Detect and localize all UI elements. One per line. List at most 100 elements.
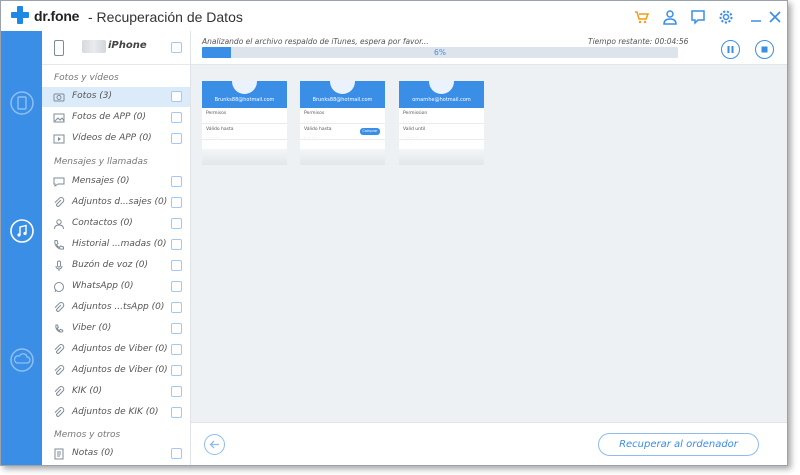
category-item[interactable]: Viber (0) [42,319,190,339]
photo-thumbnail[interactable]: omarnhe@hotmail.com Permission. . . . . .… [399,81,484,165]
category-item[interactable]: WhatsApp (0) [42,277,190,297]
paperclip-icon [53,365,65,377]
pause-button[interactable] [721,40,740,59]
category-checkbox[interactable] [171,302,182,313]
select-all-checkbox[interactable] [171,42,182,53]
category-checkbox[interactable] [171,112,182,123]
category-label: Notas (0) [72,448,114,458]
user-icon[interactable] [661,8,679,26]
category-item[interactable]: Vídeos de APP (0) [42,129,190,149]
minimize-icon[interactable] [747,8,765,26]
close-icon[interactable] [766,8,784,26]
device-name-redacted [82,40,106,53]
main-content: Analizando el archivo respaldo de iTunes… [191,31,787,465]
thumbnail-divider [202,139,287,140]
whatsapp-icon [53,281,65,293]
category-label: Adjuntos de Viber (0) [72,365,168,375]
thumbnail-email: Brunks88@hotmail.com [214,97,275,103]
category-label: Viber (0) [72,323,112,333]
category-checkbox[interactable] [171,260,182,271]
paperclip-icon [53,197,65,209]
category-checkbox[interactable] [171,448,182,459]
section-memos-others: Memos y otros [54,430,121,440]
category-item[interactable]: Adjuntos de Viber (0) [42,361,190,381]
category-checkbox[interactable] [171,218,182,229]
photo-thumbnail[interactable]: Brunks88@hotmail.com Permisos. . . . . . … [300,81,385,165]
category-checkbox[interactable] [171,407,182,418]
gear-icon[interactable] [717,8,735,26]
category-checkbox[interactable] [171,323,182,334]
image-icon [53,112,65,124]
category-checkbox[interactable] [171,344,182,355]
mode-rail [1,31,42,465]
bottom-bar: Recuperar al ordenador [191,422,787,465]
thumbnail-footer [399,149,484,165]
category-item[interactable]: KIK (0) [42,382,190,402]
category-item[interactable]: Historial ...madas (0) [42,235,190,255]
category-item[interactable]: Fotos (3) [42,87,190,107]
back-button[interactable] [204,434,225,455]
category-panel: iPhone Fotos y vídeos Mensajes y llamada… [42,31,191,465]
category-checkbox[interactable] [171,91,182,102]
paperclip-icon [53,407,65,419]
recover-from-device-icon[interactable] [8,89,36,117]
thumbnail-divider [399,139,484,140]
window-title: - Recuperación de Datos [88,9,243,25]
drfone-logo-icon [11,6,29,24]
brand-name: dr.fone [34,8,80,24]
category-checkbox[interactable] [171,281,182,292]
pause-icon [727,46,734,53]
category-checkbox[interactable] [171,365,182,376]
category-item[interactable]: Adjuntos de KIK (0) [42,403,190,423]
section-photos-videos: Fotos y vídeos [54,73,119,83]
category-checkbox[interactable] [171,239,182,250]
category-item[interactable]: Adjuntos d...sajes (0) [42,193,190,213]
thumbnail-footer [300,149,385,165]
recover-from-itunes-icon[interactable] [8,217,36,245]
recover-to-computer-button[interactable]: Recuperar al ordenador [598,433,759,456]
thumbnail-divider [300,123,385,124]
stop-icon [761,46,768,53]
category-item[interactable]: Contactos (0) [42,214,190,234]
thumbnail-footer [202,149,287,165]
category-label: Mensajes (0) [72,176,130,186]
category-label: WhatsApp (0) [72,281,134,291]
section-messages-calls: Mensajes y llamadas [54,157,148,167]
stop-button[interactable] [755,40,774,59]
video-icon [53,133,65,145]
category-checkbox[interactable] [171,133,182,144]
viber-icon [53,323,65,335]
thumbnail-divider [300,139,385,140]
note-icon [53,448,65,460]
title-bar: dr.fone - Recuperación de Datos [1,1,787,31]
paperclip-icon [53,344,65,356]
photo-thumbnail[interactable]: Brunks88@hotmail.com Permisos. . . . . . … [202,81,287,165]
category-label: Adjuntos de KIK (0) [72,407,159,417]
category-item[interactable]: Adjuntos de Viber (0) [42,340,190,360]
category-item[interactable]: Notas (0) [42,444,190,464]
category-label: Vídeos de APP (0) [72,133,152,143]
category-item[interactable]: Mensajes (0) [42,172,190,192]
category-checkbox[interactable] [171,176,182,187]
feedback-icon[interactable] [689,8,707,26]
category-label: Fotos de APP (0) [72,112,146,122]
cart-icon[interactable] [633,8,651,26]
category-label: Adjuntos d...sajes (0) [72,197,168,207]
phone-icon [54,40,64,56]
thumbnail-row2: Valid until [403,127,426,132]
thumbnail-email: omarnhe@hotmail.com [412,97,471,103]
thumbnail-row2: Válido hasta [304,127,332,132]
category-item[interactable]: Fotos de APP (0) [42,108,190,128]
thumbnail-divider [202,123,287,124]
category-checkbox[interactable] [171,197,182,208]
device-row[interactable]: iPhone [42,31,190,65]
category-item[interactable]: Buzón de voz (0) [42,256,190,276]
camera-icon [53,91,65,103]
kik-icon [53,386,65,398]
thumbnail-button: Comprar [360,128,380,135]
category-item[interactable]: Adjuntos ...tsApp (0) [42,298,190,318]
category-label: Historial ...madas (0) [72,239,167,249]
category-checkbox[interactable] [171,386,182,397]
thumbnail-email: Brunks88@hotmail.com [312,97,373,103]
recover-from-icloud-icon[interactable] [8,346,36,374]
